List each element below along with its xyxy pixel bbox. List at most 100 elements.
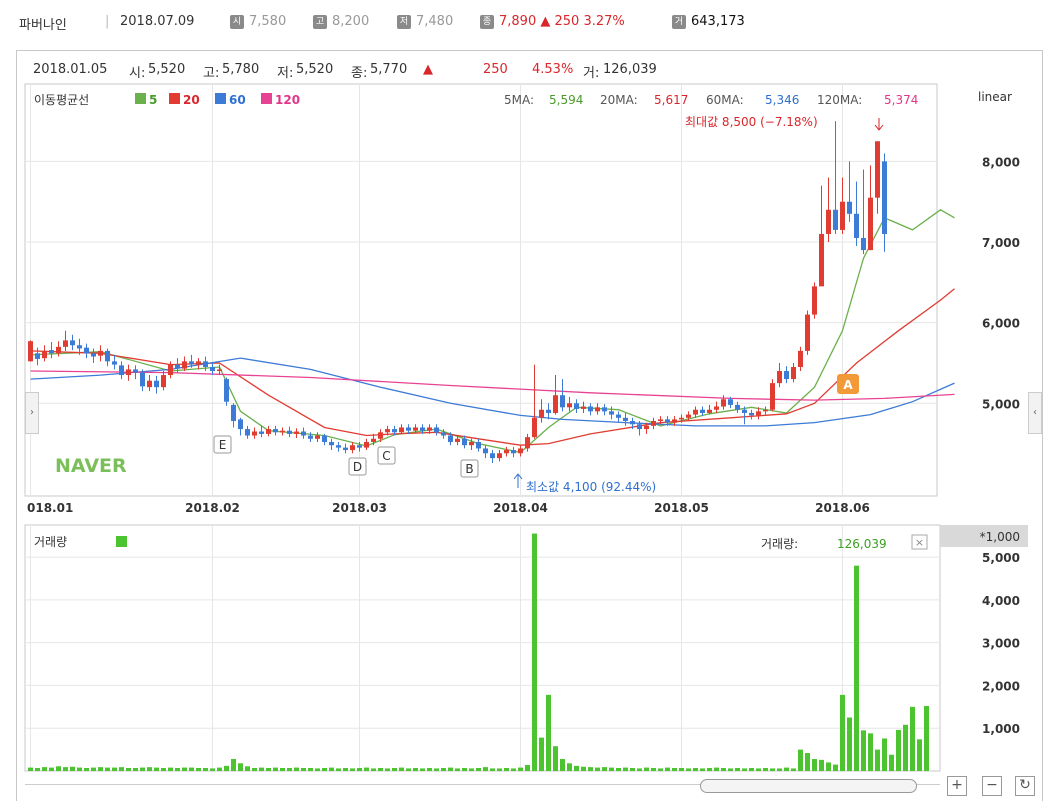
volume-bar xyxy=(672,768,677,771)
volume-y-tick-label: 5,000 xyxy=(982,551,1020,565)
ma120-legend-label: 120 xyxy=(275,93,300,107)
x-tick-label: 018.01 xyxy=(27,501,73,515)
event-marker-b[interactable]: B xyxy=(460,459,479,478)
candle-up xyxy=(315,435,320,439)
volume-bar xyxy=(231,759,236,771)
y-tick-label: 7,000 xyxy=(982,236,1020,250)
x-tick-label: 2018.03 xyxy=(332,501,387,515)
volume-bar xyxy=(665,767,670,771)
event-marker-c[interactable]: C xyxy=(377,446,396,465)
volume-bar xyxy=(322,768,327,771)
scroll-left-arrow-icon[interactable]: › xyxy=(25,392,39,434)
candle-down xyxy=(728,399,733,405)
naver-watermark: NAVER xyxy=(55,455,127,477)
candle-down xyxy=(490,453,495,459)
volume-bar xyxy=(315,768,320,771)
volume-bar xyxy=(693,768,698,771)
volume-y-tick-label: 3,000 xyxy=(982,637,1020,651)
volume-bar xyxy=(840,694,845,771)
candle-down xyxy=(329,441,334,446)
candle-up xyxy=(217,369,222,372)
volume-bar xyxy=(147,767,152,771)
volume-bar xyxy=(763,768,768,771)
volume-bar xyxy=(420,768,425,771)
candle-up xyxy=(679,417,684,420)
candle-up xyxy=(518,448,523,454)
volume-bar xyxy=(343,768,348,771)
candle-down xyxy=(546,409,551,413)
ma60-readout-value: 5,346 xyxy=(765,93,799,107)
candle-down xyxy=(560,395,565,408)
candle-down xyxy=(700,409,705,413)
ma-legend-title: 이동평균선 xyxy=(34,93,89,107)
candle-down xyxy=(91,353,96,357)
candle-down xyxy=(70,340,75,346)
volume-bar xyxy=(868,733,873,771)
candle-down xyxy=(588,406,593,412)
zoom-in-icon[interactable]: + xyxy=(947,776,967,796)
candle-up xyxy=(469,441,474,446)
refresh-icon[interactable]: ↻ xyxy=(1015,776,1035,796)
event-marker-a[interactable]: A xyxy=(837,374,859,394)
event-marker-b-label: B xyxy=(465,462,473,476)
volume-bar xyxy=(399,767,404,771)
candle-down xyxy=(231,404,236,422)
candle-up xyxy=(819,233,824,287)
candle-down xyxy=(574,403,579,409)
volume-bar xyxy=(525,765,530,771)
volume-bar xyxy=(749,768,754,771)
candle-down xyxy=(441,432,446,436)
volume-y-tick-label: 4,000 xyxy=(982,594,1020,608)
volume-bar xyxy=(434,768,439,771)
volume-bar xyxy=(252,768,257,771)
candle-down xyxy=(882,161,887,234)
candle-up xyxy=(161,375,166,388)
scroll-right-arrow-icon[interactable]: ‹ xyxy=(1028,392,1042,434)
candle-down xyxy=(637,424,642,430)
candle-down xyxy=(259,431,264,434)
y-tick-label: 8,000 xyxy=(982,155,1020,169)
volume-panel xyxy=(24,524,941,772)
candle-down xyxy=(861,237,866,251)
candle-up xyxy=(763,409,768,412)
volume-bar xyxy=(357,768,362,771)
candle-up xyxy=(399,427,404,433)
candle-up xyxy=(868,197,873,251)
candle-down xyxy=(665,419,670,423)
candle-up xyxy=(525,437,530,449)
candle-up xyxy=(196,361,201,365)
volume-bar xyxy=(378,768,383,771)
volume-bar xyxy=(483,767,488,771)
volume-bar xyxy=(119,767,124,771)
volume-bar xyxy=(140,767,145,771)
volume-bar xyxy=(203,768,208,771)
candle-up xyxy=(371,438,376,442)
x-tick-label: 2018.02 xyxy=(185,501,240,515)
scrollbar-thumb[interactable] xyxy=(700,779,917,793)
event-marker-e[interactable]: E xyxy=(213,435,232,454)
candle-down xyxy=(308,435,313,439)
volume-bar xyxy=(364,767,369,771)
candle-down xyxy=(462,438,467,446)
volume-bar xyxy=(889,754,894,771)
event-marker-d[interactable]: D xyxy=(348,457,367,476)
scale-mode-label[interactable]: linear xyxy=(978,90,1012,104)
candle-down xyxy=(105,350,110,362)
candle-down xyxy=(175,364,180,369)
volume-bar xyxy=(350,768,355,771)
volume-swatch-icon xyxy=(116,536,127,547)
candle-down xyxy=(609,411,614,415)
volume-bar xyxy=(560,759,565,771)
candle-down xyxy=(742,409,747,413)
candle-down xyxy=(112,361,117,365)
candle-up xyxy=(252,431,257,436)
volume-bar xyxy=(266,768,271,771)
candle-up xyxy=(756,411,761,416)
volume-unit-label: *1,000 xyxy=(980,530,1020,544)
volume-y-tick-label: 2,000 xyxy=(982,679,1020,693)
candle-down xyxy=(854,213,859,238)
candle-up xyxy=(826,209,831,234)
volume-bar xyxy=(546,694,551,771)
zoom-out-icon[interactable]: − xyxy=(982,776,1002,796)
volume-bar xyxy=(588,767,593,771)
